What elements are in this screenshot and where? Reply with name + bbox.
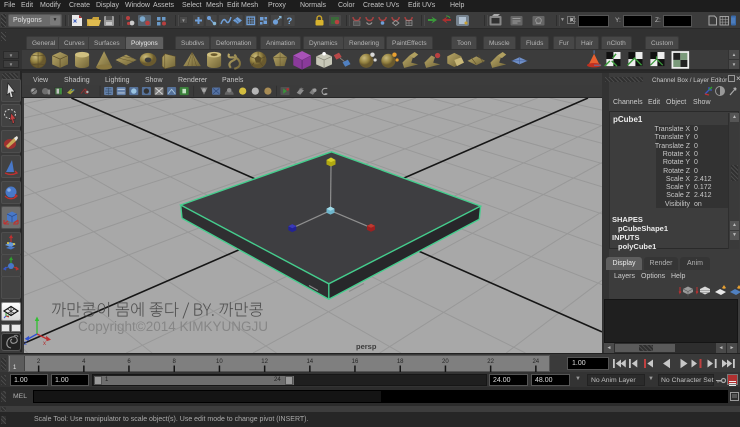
svg-text:?: ? (287, 16, 293, 27)
svg-text:Copyright©2014 KIMKYUNGJU: Copyright©2014 KIMKYUNGJU (78, 319, 268, 334)
svg-text:z: z (24, 341, 27, 347)
svg-text:persp: persp (356, 342, 377, 351)
svg-text:x: x (43, 341, 46, 347)
